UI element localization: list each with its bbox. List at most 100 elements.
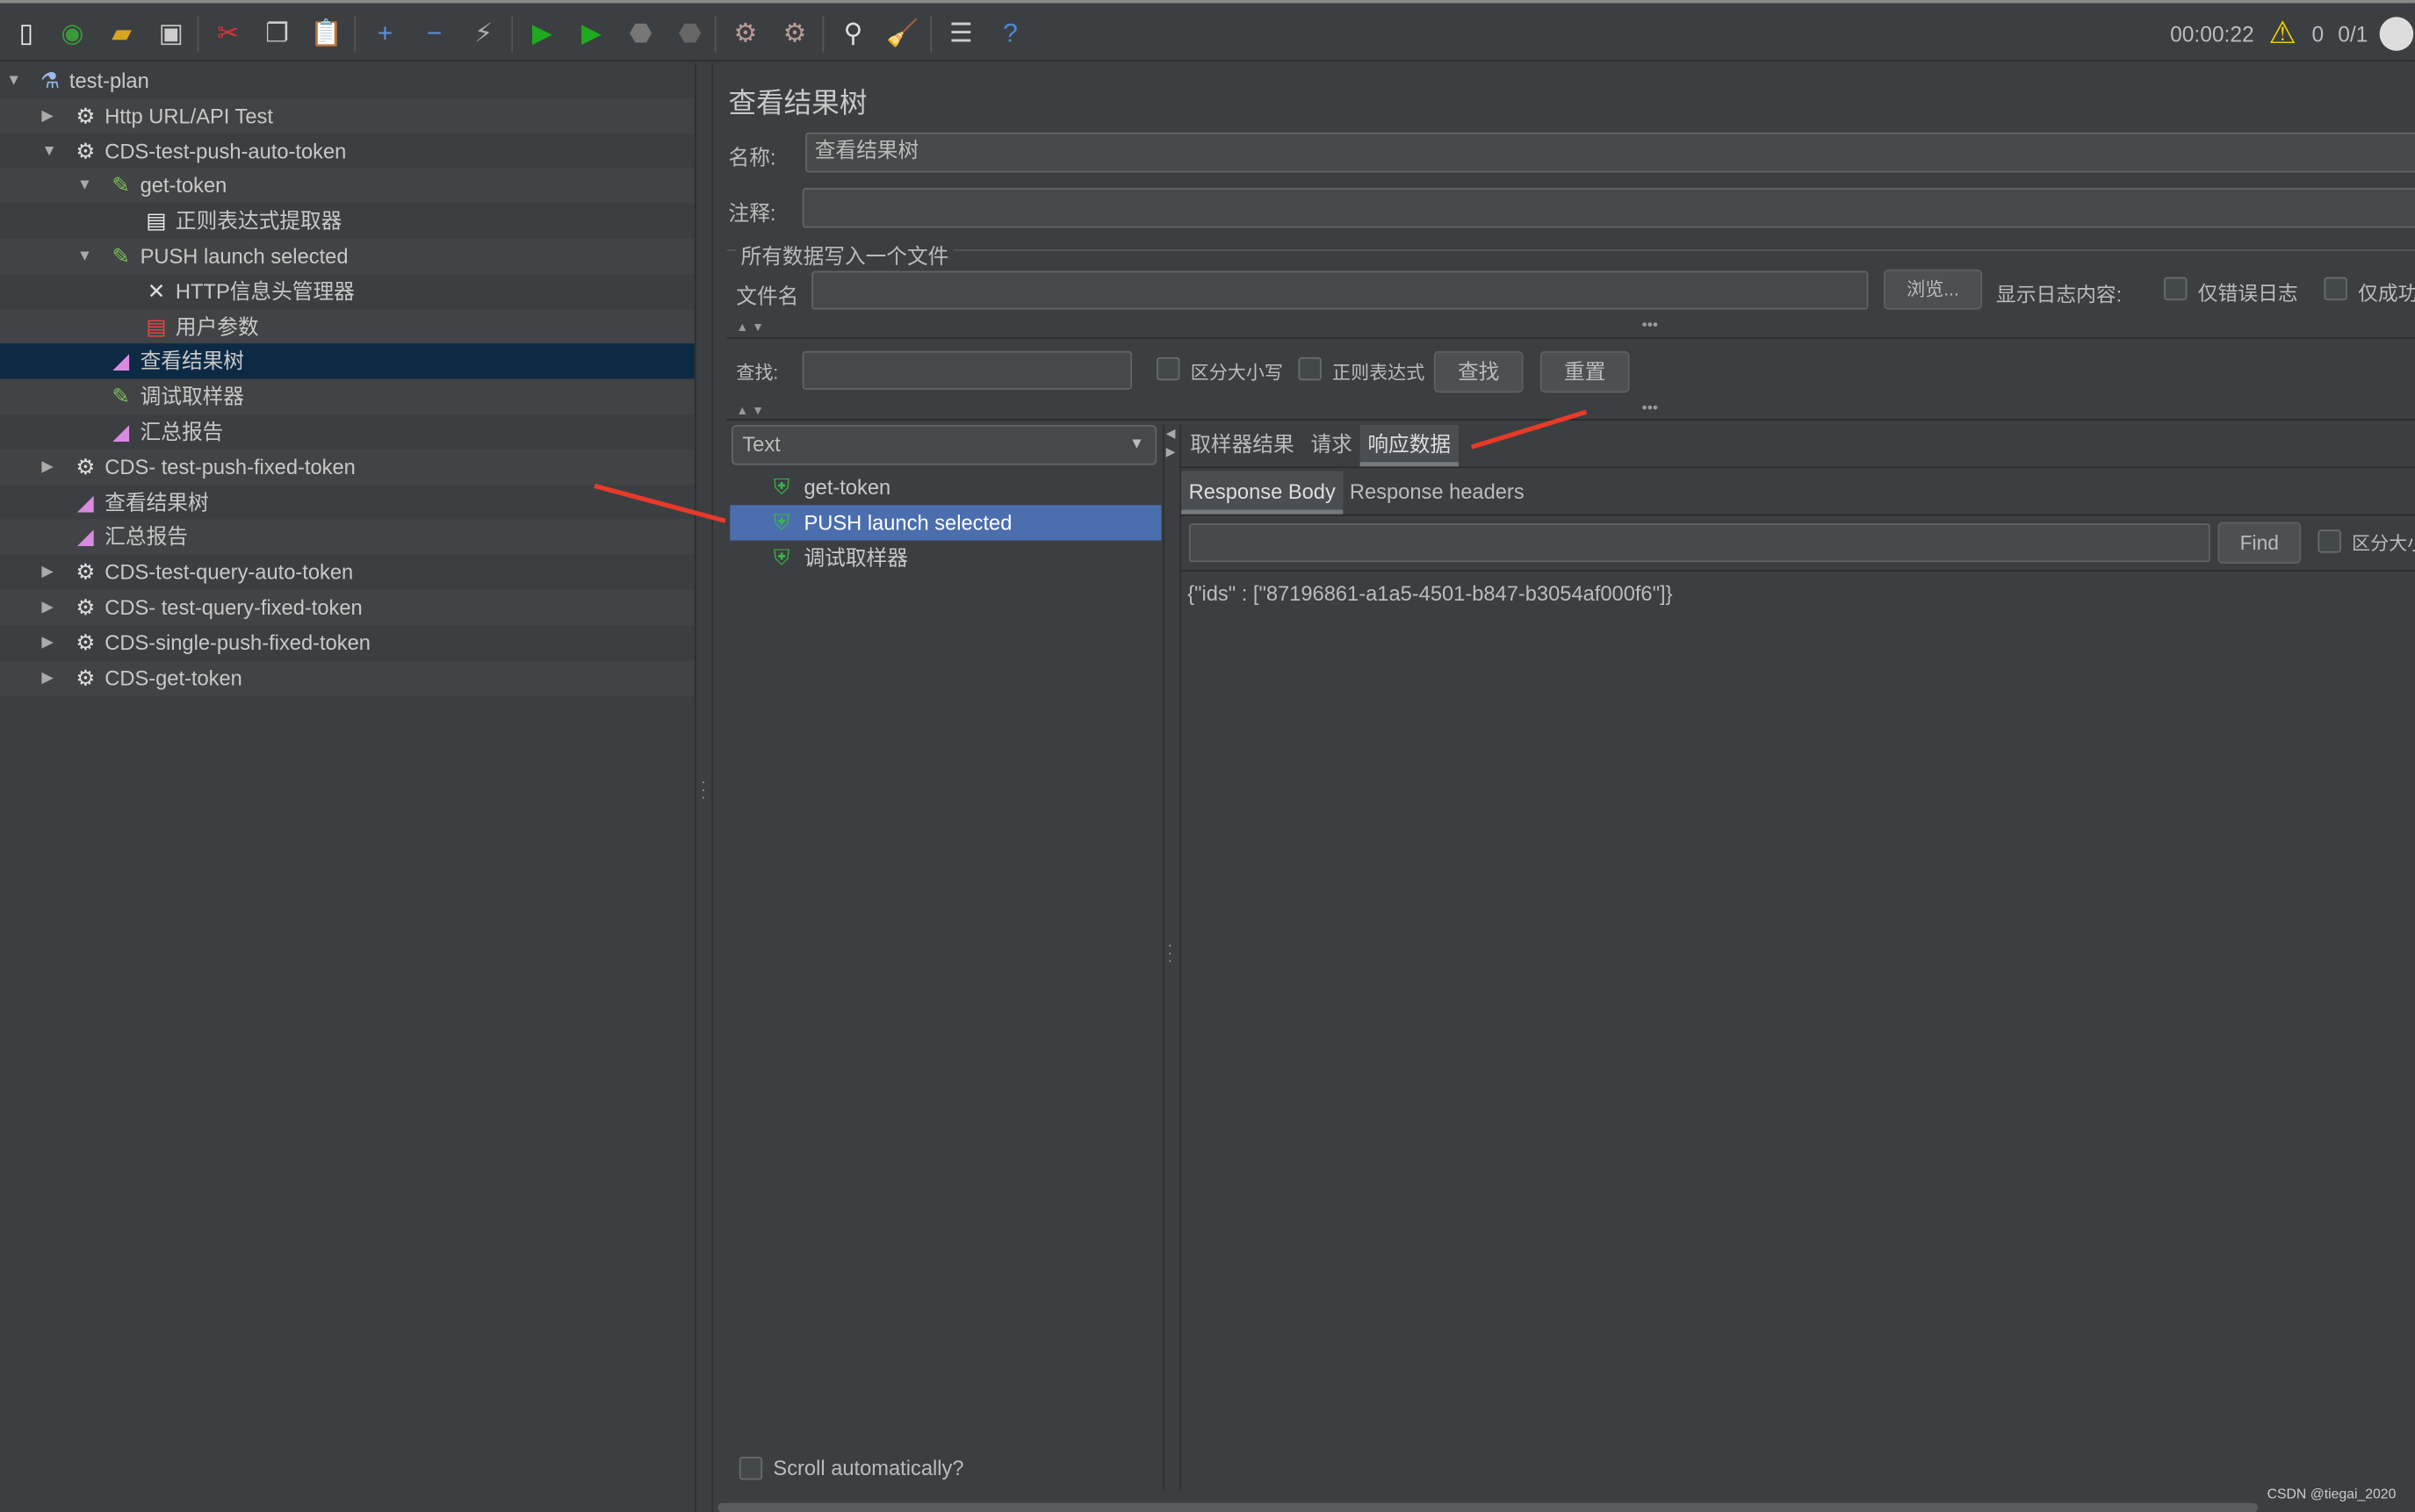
split-pane-divider[interactable]: · · · — [694, 62, 714, 1512]
expanded-arrow-icon[interactable]: ▼ — [77, 169, 92, 204]
sampler-result-item[interactable]: ⛨ 调试取样器 — [730, 541, 1161, 576]
reset-search-icon[interactable]: 🧹 — [884, 16, 921, 53]
tree-item-label: 汇总报告 — [140, 420, 224, 444]
start-no-pause-icon[interactable]: ▶ — [573, 16, 609, 53]
collapse-arrows[interactable]: ▲ ▼ — [736, 320, 764, 335]
tree-item[interactable]: ▶ ⚙ CDS- test-query-fixed-token — [0, 589, 695, 626]
templates-icon[interactable]: ◉ — [54, 16, 90, 53]
tree-item[interactable]: ▤ 正则表达式提取器 — [0, 204, 695, 239]
splitter-handle[interactable]: ••• — [1642, 400, 1658, 417]
tab-0[interactable]: 取样器结果 — [1181, 425, 1303, 466]
tree-item[interactable]: ▶ ⚙ CDS-single-push-fixed-token — [0, 625, 695, 660]
collapse-arrows[interactable]: ▲ ▼ — [736, 403, 764, 417]
collapse-icon[interactable]: − — [416, 16, 453, 53]
collapsed-arrow-icon[interactable]: ▶ — [41, 450, 54, 485]
subtab-1[interactable]: Response headers — [1343, 472, 1531, 515]
clear-icon[interactable]: ⚙ — [727, 16, 764, 53]
collapsed-arrow-icon[interactable]: ▶ — [41, 555, 54, 590]
horizontal-scrollbar[interactable] — [717, 1502, 2259, 1512]
tab-1[interactable]: 请求 — [1303, 425, 1360, 466]
tree-item[interactable]: ▤ 用户参数 — [0, 308, 695, 345]
collapsed-arrow-icon[interactable]: ▶ — [41, 660, 54, 695]
reset-button[interactable]: 重置 — [1539, 350, 1630, 393]
tree-item-label: CDS-test-query-auto-token — [105, 560, 354, 585]
tree-item[interactable]: ▶ ⚙ Http URL/API Test — [0, 97, 695, 134]
response-body-text[interactable]: {"ids" : ["87196861-a1a5-4501-b847-b3054… — [1187, 582, 1672, 605]
scroll-automatically-checkbox[interactable] — [739, 1457, 763, 1480]
success-only-checkbox[interactable] — [2324, 277, 2347, 300]
file-input[interactable] — [811, 270, 1869, 310]
tree-item[interactable]: ✕ HTTP信息头管理器 — [0, 274, 695, 309]
tree-item[interactable]: ▶ ⚙ CDS- test-push-fixed-token — [0, 449, 695, 486]
sampler-result-label: PUSH launch selected — [804, 511, 1013, 535]
find-button[interactable]: 查找 — [1433, 350, 1524, 393]
tab-2[interactable]: 响应数据 — [1359, 425, 1459, 467]
success-only-label: 仅成功 — [2358, 281, 2415, 306]
tree-item[interactable]: ▶ ⚙ CDS-test-query-auto-token — [0, 555, 695, 590]
sampler-result-item[interactable]: ⛨ get-token — [730, 470, 1161, 505]
tree-item[interactable]: ▼ ✎ PUSH launch selected — [0, 238, 695, 275]
open-icon[interactable]: ▰ — [104, 16, 141, 53]
tree-item[interactable]: ◢ 查看结果树 — [0, 343, 695, 380]
tree-item[interactable]: ◢ 查看结果树 — [0, 485, 695, 520]
toolbar-separator — [714, 15, 717, 53]
search-icon[interactable]: ⚲ — [835, 16, 872, 53]
sampler-result-item[interactable]: ⛨ PUSH launch selected — [730, 505, 1162, 541]
expanded-arrow-icon[interactable]: ▼ — [6, 63, 21, 98]
collapsed-arrow-icon[interactable]: ▶ — [41, 625, 54, 660]
remote-status-icon[interactable] — [2379, 17, 2414, 51]
collapsed-arrow-icon[interactable]: ▶ — [41, 590, 54, 625]
cut-icon[interactable]: ✂ — [210, 16, 247, 53]
expand-icon[interactable]: + — [366, 16, 403, 53]
collapsed-arrow-icon[interactable]: ▶ — [41, 98, 54, 133]
paste-icon[interactable]: 📋 — [308, 16, 345, 53]
toggle-icon[interactable]: ⚡ — [465, 16, 502, 53]
tree-item[interactable]: ◢ 汇总报告 — [0, 519, 695, 556]
graph-icon: ◢ — [112, 419, 130, 444]
start-icon[interactable]: ▶ — [523, 16, 560, 53]
browse-button[interactable]: 浏览... — [1883, 269, 1983, 310]
gear-icon: ⚙ — [76, 454, 96, 479]
scroll-automatically-label: Scroll automatically? — [773, 1457, 964, 1480]
tree-item[interactable]: ✎ 调试取样器 — [0, 378, 695, 415]
splitter-handle[interactable]: ••• — [1642, 317, 1658, 334]
copy-icon[interactable]: ❐ — [259, 16, 296, 53]
errors-only-checkbox[interactable] — [2164, 277, 2188, 300]
pipette-icon: ✎ — [112, 384, 130, 409]
comment-label: 注释: — [728, 201, 776, 226]
regex-label: 正则表达式 — [1332, 362, 1425, 384]
shutdown-icon[interactable]: ⬣ — [672, 16, 709, 53]
toolbar-separator — [930, 15, 933, 53]
tree-item[interactable]: ▼ ⚗ test-plan — [0, 63, 695, 98]
warning-icon[interactable]: ⚠ — [2268, 14, 2296, 53]
case-sensitive-checkbox[interactable] — [1157, 356, 1180, 381]
watermark: CSDN @tiegai_2020 — [2267, 1486, 2397, 1501]
response-case-checkbox[interactable] — [2318, 529, 2341, 553]
results-splitter[interactable]: ◀ ▶ · · · — [1163, 425, 1182, 1491]
tree-item-label: 正则表达式提取器 — [175, 209, 342, 234]
expanded-arrow-icon[interactable]: ▼ — [77, 239, 92, 274]
regex-checkbox[interactable] — [1298, 356, 1322, 381]
tree-item[interactable]: ▼ ✎ get-token — [0, 168, 695, 205]
renderer-select[interactable]: Text ▼ — [732, 425, 1157, 465]
comment-input[interactable] — [802, 187, 2415, 228]
save-icon[interactable]: ▣ — [153, 16, 190, 53]
response-find-button[interactable]: Find — [2217, 522, 2302, 564]
help-icon[interactable]: ? — [991, 16, 1028, 53]
name-input[interactable]: 查看结果树 — [805, 132, 2415, 173]
stop-icon[interactable]: ⬣ — [623, 16, 660, 53]
clear-all-icon[interactable]: ⚙ — [776, 16, 813, 53]
tree-item-label: 调试取样器 — [140, 385, 244, 409]
response-search-input[interactable] — [1188, 523, 2210, 563]
graph-icon: ◢ — [76, 523, 94, 550]
gear-icon: ⚙ — [76, 138, 96, 163]
subtab-0[interactable]: Response Body — [1181, 471, 1344, 515]
search-input[interactable] — [802, 350, 1133, 390]
tree-item[interactable]: ▼ ⚙ CDS-test-push-auto-token — [0, 133, 695, 169]
new-icon[interactable]: ▯ — [8, 16, 45, 53]
toolbar-separator — [197, 15, 199, 53]
tree-item[interactable]: ▶ ⚙ CDS-get-token — [0, 659, 695, 696]
tree-item[interactable]: ◢ 汇总报告 — [0, 414, 695, 450]
function-helper-icon[interactable]: ☰ — [942, 16, 979, 53]
expanded-arrow-icon[interactable]: ▼ — [41, 133, 56, 169]
